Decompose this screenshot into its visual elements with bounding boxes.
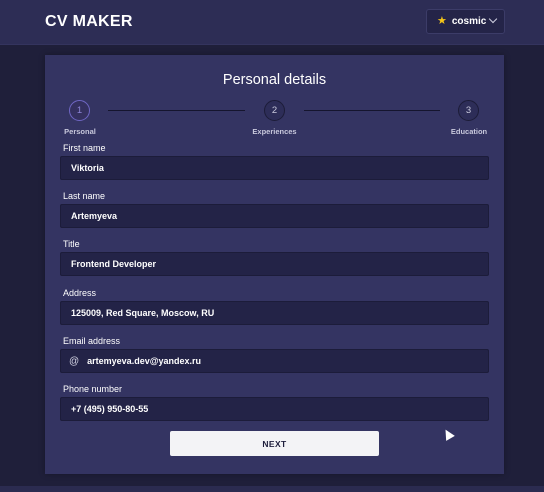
last-name-field[interactable]: Artemyeva [60, 204, 489, 228]
footer-strip [0, 486, 544, 492]
first-name-field[interactable]: Viktoria [60, 156, 489, 180]
first-name-label: First name [63, 143, 106, 153]
app-header: CV MAKER ★ cosmic [0, 0, 544, 45]
step-3-circle[interactable]: 3 [458, 100, 479, 121]
phone-label: Phone number [63, 384, 123, 394]
email-label: Email address [63, 336, 121, 346]
star-icon: ★ [437, 15, 447, 27]
stepper-connector-2 [304, 110, 440, 111]
title-field[interactable]: Frontend Developer [60, 252, 489, 276]
theme-select[interactable]: ★ cosmic [426, 9, 505, 34]
next-button[interactable]: NEXT [170, 431, 379, 456]
step-1-label: Personal [64, 127, 96, 136]
brand-logo[interactable]: CV MAKER [45, 13, 133, 31]
theme-label: cosmic [451, 16, 487, 27]
step-1-circle[interactable]: 1 [69, 100, 90, 121]
at-icon: @ [69, 355, 80, 367]
card-title: Personal details [222, 72, 327, 88]
address-field[interactable]: 125009, Red Square, Moscow, RU [60, 301, 489, 325]
last-name-label: Last name [63, 191, 106, 201]
phone-field[interactable]: +7 (495) 950-80-55 [60, 397, 489, 421]
address-label: Address [63, 288, 97, 298]
title-label: Title [63, 239, 80, 249]
step-3-label: Education [450, 127, 488, 136]
step-2-label: Experiences [252, 127, 297, 136]
chevron-down-icon [488, 14, 498, 24]
email-field[interactable]: @ artemyeva.dev@yandex.ru [60, 349, 489, 373]
stepper-connector-1 [108, 110, 245, 111]
step-2-circle[interactable]: 2 [264, 100, 285, 121]
email-value: artemyeva.dev@yandex.ru [87, 356, 201, 366]
